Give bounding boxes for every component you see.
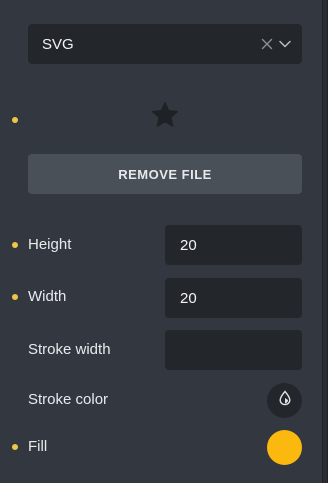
svg-settings-panel: SVG REMOVE FILE Height 20 Width 20 Strok…: [0, 0, 322, 483]
fill-label: Fill: [28, 438, 48, 455]
star-icon: [150, 100, 180, 130]
color-drop-icon: [277, 390, 293, 411]
stroke-color-picker[interactable]: [267, 383, 302, 418]
file-type-select[interactable]: SVG: [28, 24, 302, 64]
height-input[interactable]: 20: [165, 225, 302, 265]
height-label: Height: [28, 236, 72, 253]
stroke-width-label: Stroke width: [28, 341, 111, 358]
fill-indicator-dot: [12, 444, 18, 450]
width-label: Width: [28, 288, 67, 305]
fill-color-swatch[interactable]: [267, 430, 302, 465]
height-indicator-dot: [12, 242, 18, 248]
stroke-color-label: Stroke color: [28, 391, 109, 408]
chevron-down-icon[interactable]: [276, 35, 294, 53]
width-indicator-dot: [12, 294, 18, 300]
scrollbar-thumb[interactable]: [323, 0, 327, 483]
stroke-width-input[interactable]: [165, 330, 302, 370]
remove-file-button[interactable]: REMOVE FILE: [28, 154, 302, 194]
width-input[interactable]: 20: [165, 278, 302, 318]
close-icon[interactable]: [258, 35, 276, 53]
scrollbar[interactable]: [322, 0, 328, 483]
file-type-value: SVG: [42, 35, 74, 53]
preview-indicator-dot: [12, 117, 18, 123]
